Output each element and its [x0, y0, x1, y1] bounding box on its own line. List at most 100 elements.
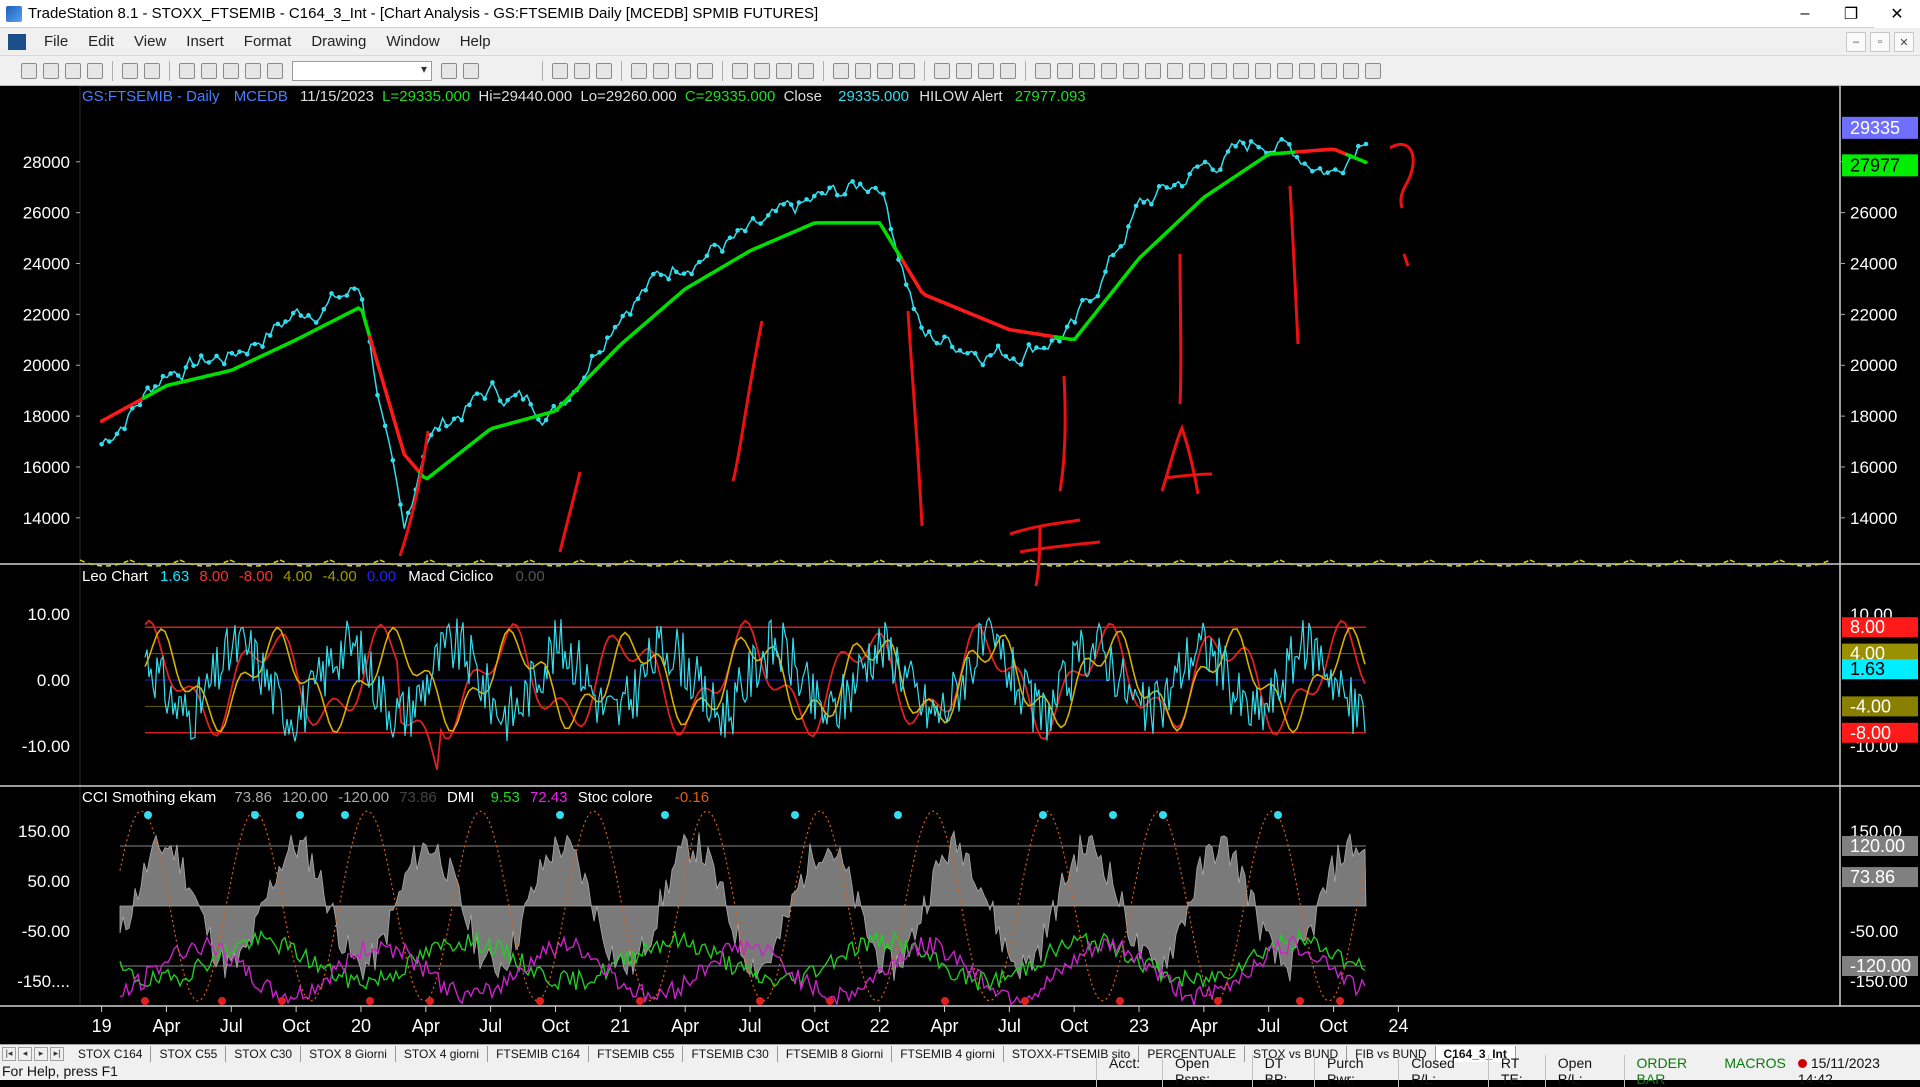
- toolbar-separator: [169, 61, 170, 81]
- tab-stox-8-giorni[interactable]: STOX 8 Giorni: [301, 1046, 396, 1062]
- tab-stox-c55[interactable]: STOX C55: [151, 1046, 226, 1062]
- radar-icon[interactable]: [754, 63, 770, 79]
- stoc-label: Stoc colore: [578, 789, 653, 806]
- market-depth-icon[interactable]: [732, 63, 748, 79]
- zoom-in-icon[interactable]: [877, 63, 893, 79]
- chart-line-icon[interactable]: [574, 63, 590, 79]
- mdi-restore-button[interactable]: ▫: [1870, 32, 1890, 52]
- layout-icon[interactable]: [201, 63, 217, 79]
- chart-window-icon[interactable]: [8, 34, 26, 50]
- arrow-down-icon[interactable]: [1277, 63, 1293, 79]
- text-icon[interactable]: [1365, 63, 1381, 79]
- toolbar-separator: [621, 61, 622, 81]
- arrow-right-icon[interactable]: [441, 63, 457, 79]
- menu-file[interactable]: File: [34, 33, 78, 50]
- channel-icon[interactable]: [1123, 63, 1139, 79]
- symbol-combo[interactable]: [292, 61, 432, 81]
- tab-first-icon[interactable]: |◂: [2, 1047, 16, 1061]
- annotation-stroke: [1180, 254, 1181, 404]
- matrix-icon[interactable]: [798, 63, 814, 79]
- regression-icon[interactable]: [1211, 63, 1227, 79]
- attach-icon[interactable]: [267, 63, 283, 79]
- tab-ftsemib-8-giorni[interactable]: FTSEMIB 8 Giorni: [778, 1046, 892, 1062]
- hand-icon[interactable]: [956, 63, 972, 79]
- ellipse-icon[interactable]: [1321, 63, 1337, 79]
- tab-ftsemib-c55[interactable]: FTSEMIB C55: [589, 1046, 683, 1062]
- menu-drawing[interactable]: Drawing: [301, 33, 376, 50]
- window-icon[interactable]: [179, 63, 195, 79]
- price-point: [881, 191, 886, 196]
- save-icon[interactable]: [65, 63, 81, 79]
- tab-stox-c164[interactable]: STOX C164: [70, 1046, 151, 1062]
- workspace-icon[interactable]: [223, 63, 239, 79]
- chart-bar-icon[interactable]: [552, 63, 568, 79]
- format-icon[interactable]: [978, 63, 994, 79]
- data-tips-icon[interactable]: [855, 63, 871, 79]
- order-bar-label[interactable]: ORDER BAR: [1624, 1055, 1725, 1087]
- price-point: [398, 502, 403, 507]
- mdi-minimize-button[interactable]: –: [1846, 32, 1866, 52]
- tab-ftsemib-c30[interactable]: FTSEMIB C30: [683, 1046, 777, 1062]
- strategy-icon[interactable]: [653, 63, 669, 79]
- delete-icon[interactable]: [1000, 63, 1016, 79]
- stoc-value: -0.16: [675, 789, 709, 806]
- tab-last-icon[interactable]: ▸|: [50, 1047, 64, 1061]
- tab-ftsemib-c164[interactable]: FTSEMIB C164: [488, 1046, 589, 1062]
- crosshair-icon[interactable]: [833, 63, 849, 79]
- menu-edit[interactable]: Edit: [78, 33, 124, 50]
- price-point: [1333, 167, 1338, 172]
- rectangle-icon[interactable]: [1343, 63, 1359, 79]
- print-icon[interactable]: [122, 63, 138, 79]
- minimize-button[interactable]: –: [1782, 0, 1828, 28]
- tab-stox-c30[interactable]: STOX C30: [226, 1046, 301, 1062]
- indicator-icon[interactable]: [631, 63, 647, 79]
- print-preview-icon[interactable]: [144, 63, 160, 79]
- zoom-out-icon[interactable]: [899, 63, 915, 79]
- freehand-icon[interactable]: [1255, 63, 1271, 79]
- menu-help[interactable]: Help: [450, 33, 501, 50]
- binoculars-icon[interactable]: [463, 63, 479, 79]
- annotation-stroke: [1290, 186, 1298, 344]
- cut-icon[interactable]: [87, 63, 103, 79]
- cci-badge: 73.86: [1850, 867, 1895, 887]
- tab-next-icon[interactable]: ▸: [34, 1047, 48, 1061]
- price-point: [912, 307, 917, 312]
- arc-icon[interactable]: [1233, 63, 1249, 79]
- menu-format[interactable]: Format: [234, 33, 302, 50]
- fibonacci-icon[interactable]: [1101, 63, 1117, 79]
- new-icon[interactable]: [21, 63, 37, 79]
- pointer-icon[interactable]: [934, 63, 950, 79]
- chart-analysis-window[interactable]: 2800026000240002200020000180001600014000…: [0, 86, 1920, 1044]
- menu-insert[interactable]: Insert: [176, 33, 234, 50]
- vertical-line-icon[interactable]: [1079, 63, 1095, 79]
- tab-prev-icon[interactable]: ◂: [18, 1047, 32, 1061]
- tools-icon[interactable]: [245, 63, 261, 79]
- paintbar-icon[interactable]: [675, 63, 691, 79]
- price-point: [161, 374, 166, 379]
- price-point: [184, 365, 189, 370]
- horizontal-line-icon[interactable]: [1057, 63, 1073, 79]
- macd-panel-header: Leo Chart 1.63 8.00 -8.00 4.00 -4.00 0.0…: [82, 568, 545, 586]
- menu-window[interactable]: Window: [376, 33, 449, 50]
- trendline-icon[interactable]: [1035, 63, 1051, 79]
- price-point: [712, 243, 717, 248]
- speed-lines-icon[interactable]: [1167, 63, 1183, 79]
- andrews-pitchfork-icon[interactable]: [1189, 63, 1205, 79]
- macros-label[interactable]: MACROS: [1724, 1055, 1797, 1087]
- open-icon[interactable]: [43, 63, 59, 79]
- tab-ftsemib-4-giorni[interactable]: FTSEMIB 4 giorni: [892, 1046, 1004, 1062]
- tab-stox-4-giorni[interactable]: STOX 4 giorni: [396, 1046, 488, 1062]
- chart-candle-icon[interactable]: [596, 63, 612, 79]
- arrow-up-icon[interactable]: [1299, 63, 1315, 79]
- chart-canvas[interactable]: 2800026000240002200020000180001600014000…: [0, 86, 1920, 1044]
- price-point: [858, 182, 863, 187]
- close-button[interactable]: ✕: [1874, 0, 1920, 28]
- showme-icon[interactable]: [697, 63, 713, 79]
- mdi-close-button[interactable]: ✕: [1894, 32, 1914, 52]
- help-text: For Help, press F1: [2, 1063, 118, 1079]
- menu-view[interactable]: View: [124, 33, 176, 50]
- gann-fan-icon[interactable]: [1145, 63, 1161, 79]
- scanner-icon[interactable]: [776, 63, 792, 79]
- maximize-button[interactable]: ❐: [1828, 0, 1874, 28]
- status-open-pl: Open P/L:: [1545, 1055, 1624, 1087]
